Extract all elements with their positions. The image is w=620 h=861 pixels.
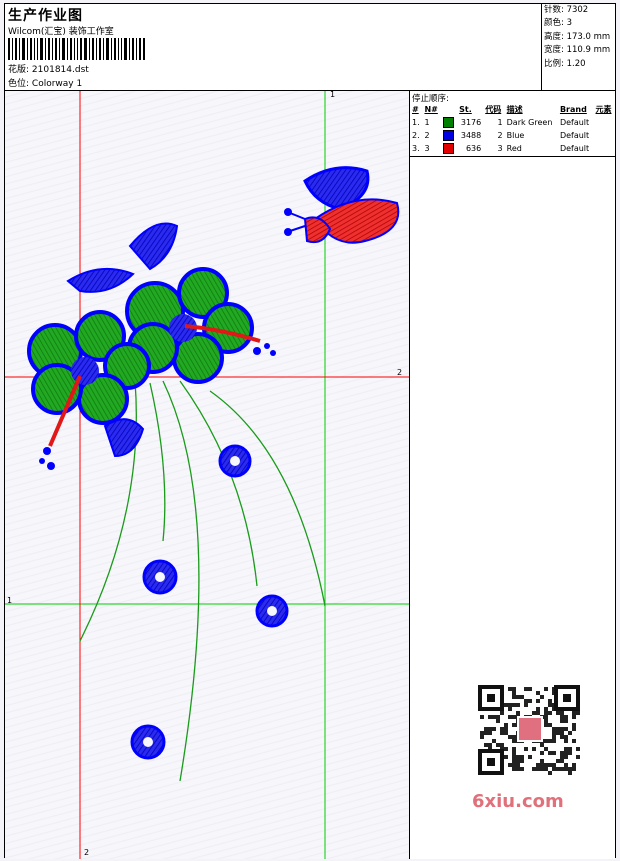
row-needle: 2: [424, 131, 430, 140]
embroidery-artwork: [5, 91, 409, 859]
row-element: [594, 142, 615, 155]
row-index: 3.: [412, 144, 420, 153]
col-description: 描述: [506, 105, 523, 114]
col-element: 元素: [595, 105, 612, 114]
stat-width: 宽度: 110.9 mm: [544, 44, 615, 57]
butterfly: [284, 166, 400, 244]
guide-label-top: 1: [330, 91, 336, 99]
col-needle: N#: [424, 105, 438, 114]
row-stitches: 3488: [460, 131, 482, 140]
colorway-label: 色位:: [8, 79, 30, 89]
stat-label: 比例:: [544, 58, 564, 69]
row-code: 2: [497, 131, 503, 140]
embroidery-preview: 1 2 1 2: [5, 91, 410, 859]
col-brand: Brand: [559, 105, 587, 114]
stat-label: 针数:: [544, 5, 564, 15]
guide-label-left: 1: [7, 596, 13, 605]
stat-value: 110.9 mm: [566, 45, 611, 56]
qr-code-image: [478, 685, 580, 775]
guide-label-right: 2: [397, 368, 403, 377]
stat-label: 宽度:: [544, 45, 564, 56]
company-name: Wilcom(汇宝) 装饰工作室: [8, 27, 114, 37]
stop-sequence-panel: 停止顺序: # N# St. 代码 描述 Brand 元素 1. 1 3176 1 Da…: [410, 91, 615, 859]
stop-sequence-table: # N# St. 代码 描述 Brand 元素 1. 1 3176 1 Dark Gre…: [410, 103, 615, 155]
design-file-row: 花版: 2101814.dst: [8, 62, 89, 75]
barcode: [8, 38, 145, 60]
design-file-value: 2101814.dst: [31, 65, 89, 75]
design-stats: 针数: 7302 颜色: 3 高度: 173.0 mm 宽度: 110.9 mm…: [541, 4, 615, 90]
col-code: 代码: [485, 105, 502, 114]
stat-colors: 颜色: 3: [544, 17, 615, 30]
row-brand: Default: [559, 144, 590, 153]
row-description: Red: [506, 144, 522, 153]
table-row: 3. 3 636 3 Red Default: [410, 142, 615, 155]
row-description: Blue: [506, 131, 525, 140]
stat-stitches: 针数: 7302: [544, 4, 615, 17]
row-needle: 3: [424, 144, 430, 153]
table-row: 1. 1 3176 1 Dark Green Default: [410, 116, 615, 129]
row-brand: Default: [559, 131, 590, 140]
color-swatch: [443, 143, 455, 154]
stat-value: 3: [566, 18, 572, 29]
col-color: [441, 103, 457, 116]
guide-label-bottom: 2: [84, 848, 90, 857]
stat-label: 颜色:: [544, 18, 564, 29]
design-file-label: 花版:: [8, 65, 30, 75]
row-index: 1.: [412, 118, 420, 127]
colorway-value: Colorway 1: [31, 79, 83, 89]
stat-height: 高度: 173.0 mm: [544, 31, 615, 44]
small-blossoms: [130, 444, 289, 760]
row-element: [594, 129, 615, 142]
row-needle: 1: [424, 118, 430, 127]
row-stitches: 636: [465, 144, 482, 153]
col-stitches: St.: [459, 105, 472, 114]
color-swatch: [443, 117, 455, 128]
page-title: 生产作业图: [8, 8, 83, 24]
table-header-row: # N# St. 代码 描述 Brand 元素: [410, 103, 615, 116]
sheet-header: 生产作业图 Wilcom(汇宝) 装饰工作室 花版: 2101814.dst 色…: [5, 4, 615, 91]
colorway-row: 色位: Colorway 1: [8, 76, 82, 89]
col-index: #: [412, 105, 419, 114]
watermark: 6xiu.com: [472, 791, 564, 812]
row-swatch: [441, 116, 457, 129]
row-index: 2.: [412, 131, 420, 140]
production-sheet: 生产作业图 Wilcom(汇宝) 装饰工作室 花版: 2101814.dst 色…: [4, 3, 616, 859]
stat-scale: 比例: 1.20: [544, 58, 615, 71]
row-swatch: [441, 129, 457, 142]
row-code: 1: [497, 118, 503, 127]
table-row: 2. 2 3488 2 Blue Default: [410, 129, 615, 142]
stat-value: 173.0 mm: [566, 31, 611, 42]
color-swatch: [443, 130, 455, 141]
row-stitches: 3176: [460, 118, 482, 127]
stat-value: 1.20: [566, 58, 586, 69]
row-description: Dark Green: [506, 118, 553, 127]
divider: [410, 156, 615, 157]
stat-value: 7302: [566, 5, 589, 15]
row-swatch: [441, 142, 457, 155]
stat-label: 高度:: [544, 31, 564, 42]
row-element: [594, 116, 615, 129]
hibiscus-flowers: [27, 267, 276, 470]
row-code: 3: [497, 144, 503, 153]
row-brand: Default: [559, 118, 590, 127]
